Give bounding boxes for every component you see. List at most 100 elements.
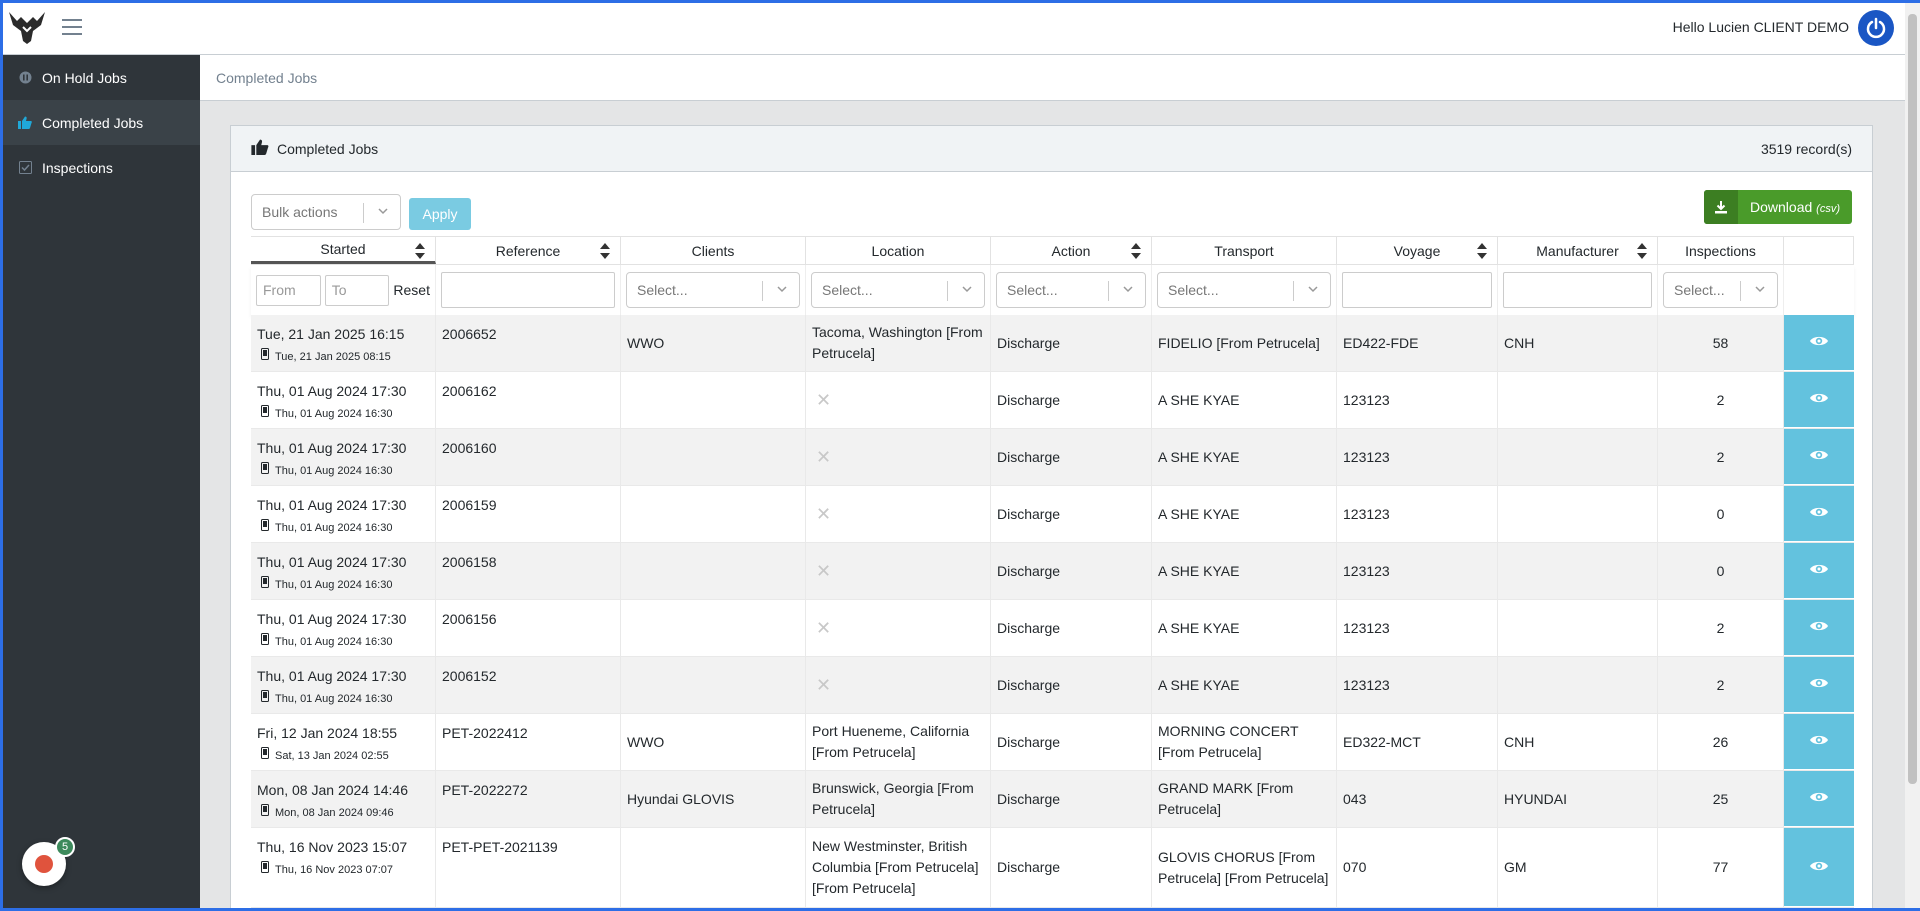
cell-reference: 2006160 [436,429,621,485]
page-scrollbar[interactable] [1905,0,1920,911]
cell-inspections: 2 [1658,657,1784,713]
scrollbar-thumb[interactable] [1908,14,1917,784]
cell-started: Thu, 01 Aug 2024 17:30 Thu, 01 Aug 2024 … [251,543,436,599]
cell-action: Discharge [991,429,1152,485]
cell-voyage: 043 [1337,771,1498,827]
view-button[interactable] [1784,372,1854,428]
reference-filter-input[interactable] [441,272,615,308]
date-to-input[interactable]: To [324,274,390,306]
apply-button[interactable]: Apply [409,198,471,230]
action-text: Discharge [997,334,1061,351]
bull-logo-icon[interactable] [2,7,52,47]
card-header: Completed Jobs 3519 record(s) [231,126,1872,172]
location-filter-select[interactable]: Select... [811,272,985,308]
eye-icon [1809,505,1829,522]
column-header-reference[interactable]: Reference [436,237,621,264]
table-row[interactable]: Thu, 01 Aug 2024 17:30 Thu, 01 Aug 2024 … [251,657,1854,714]
cell-started: Fri, 12 Jan 2024 18:55 Sat, 13 Jan 2024 … [251,714,436,770]
table-row[interactable]: Thu, 01 Aug 2024 17:30 Thu, 01 Aug 2024 … [251,429,1854,486]
clients-filter-select[interactable]: Select... [626,272,800,308]
cell-voyage: ED422-FDE [1337,315,1498,371]
cell-transport: A SHE KYAE [1152,429,1337,485]
voyage-filter-input[interactable] [1342,272,1492,308]
download-csv-button[interactable]: Download (csv) [1704,190,1852,224]
table-row[interactable]: Thu, 01 Aug 2024 17:30 Thu, 01 Aug 2024 … [251,372,1854,429]
table-row[interactable]: Tue, 21 Jan 2025 16:15 Tue, 21 Jan 2025 … [251,315,1854,372]
sidebar-item-on-hold-jobs[interactable]: On Hold Jobs [0,55,200,100]
reset-link[interactable]: Reset [393,282,430,298]
cell-started: Thu, 01 Aug 2024 17:30 Thu, 01 Aug 2024 … [251,429,436,485]
view-button[interactable] [1784,429,1854,485]
view-button[interactable] [1784,828,1854,907]
inspections-count: 2 [1716,448,1725,465]
column-header-clients: Clients [621,237,806,264]
column-header-started[interactable]: Started [251,237,436,264]
column-label: Clients [691,242,735,259]
inspections-count: 25 [1712,790,1729,807]
chevron-down-icon [376,204,390,221]
column-header-action[interactable]: Action [991,237,1152,264]
chevron-down-icon [1121,282,1135,299]
table-row[interactable]: Thu, 01 Aug 2024 17:30 Thu, 01 Aug 2024 … [251,600,1854,657]
action-filter-select[interactable]: Select... [996,272,1146,308]
sidebar: On Hold Jobs Completed Jobs Inspections [0,55,200,911]
breadcrumb-item[interactable]: Completed Jobs [216,70,317,86]
filter-clients: Select... [621,265,806,315]
cell-inspections: 58 [1658,315,1784,371]
cell-location: ✕ [806,657,991,713]
toolbar: Bulk actions Apply Download (csv) [251,190,1852,230]
cell-inspections: 26 [1658,714,1784,770]
column-header-manufacturer[interactable]: Manufacturer [1498,237,1658,264]
table-row[interactable]: Mon, 08 Jan 2024 14:46 Mon, 08 Jan 2024 … [251,771,1854,828]
sort-icon [415,243,425,262]
date-from-input[interactable]: From [256,274,321,306]
view-button[interactable] [1784,486,1854,542]
cell-reference: 2006152 [436,657,621,713]
cell-clients [621,828,806,907]
transport-text: A SHE KYAE [1158,505,1240,522]
cell-reference: 2006159 [436,486,621,542]
mobile-icon [261,575,269,596]
power-icon[interactable] [1858,10,1894,46]
cell-location: ✕ [806,486,991,542]
view-button[interactable] [1784,714,1854,770]
filter-voyage [1337,265,1498,315]
location-text: Brunswick, Georgia [From Petrucela] [812,780,974,817]
transport-text: GLOVIS CHORUS [From Petrucela] [From Pet… [1158,848,1329,886]
view-button[interactable] [1784,315,1854,371]
action-text: Discharge [997,505,1061,522]
cell-reference: 2006156 [436,600,621,656]
table-row[interactable]: Thu, 16 Nov 2023 15:07 Thu, 16 Nov 2023 … [251,828,1854,908]
view-button[interactable] [1784,771,1854,827]
cell-action: Discharge [991,600,1152,656]
sidebar-item-inspections[interactable]: Inspections [0,145,200,190]
sidebar-item-completed-jobs[interactable]: Completed Jobs [0,100,200,145]
sidebar-item-label: On Hold Jobs [42,69,127,86]
bulk-actions-select[interactable]: Bulk actions [251,194,401,230]
column-header-view [1784,237,1854,264]
inspections-filter-select[interactable]: Select... [1663,272,1778,308]
table-row[interactable]: Thu, 01 Aug 2024 17:30 Thu, 01 Aug 2024 … [251,486,1854,543]
cell-manufacturer [1498,372,1658,428]
manufacturer-filter-input[interactable] [1503,272,1652,308]
table-row[interactable]: Fri, 12 Jan 2024 18:55 Sat, 13 Jan 2024 … [251,714,1854,771]
view-button[interactable] [1784,657,1854,713]
table-row[interactable]: Thu, 01 Aug 2024 17:30 Thu, 01 Aug 2024 … [251,543,1854,600]
location-text: New Westminster, British Columbia [From … [812,838,979,896]
cell-manufacturer [1498,600,1658,656]
column-label: Action [1051,242,1091,259]
sidebar-item-label: Completed Jobs [42,114,144,131]
column-header-voyage[interactable]: Voyage [1337,237,1498,264]
cell-clients [621,600,806,656]
mobile-icon [261,632,269,653]
cell-voyage: 123123 [1337,600,1498,656]
transport-filter-select[interactable]: Select... [1157,272,1331,308]
view-button[interactable] [1784,543,1854,599]
empty-x-icon: ✕ [816,617,832,638]
view-button[interactable] [1784,600,1854,656]
cell-location: New Westminster, British Columbia [From … [806,828,991,907]
empty-x-icon: ✕ [816,503,832,524]
mobile-icon [261,860,269,881]
transport-text: A SHE KYAE [1158,391,1240,408]
hamburger-icon[interactable] [62,15,90,39]
